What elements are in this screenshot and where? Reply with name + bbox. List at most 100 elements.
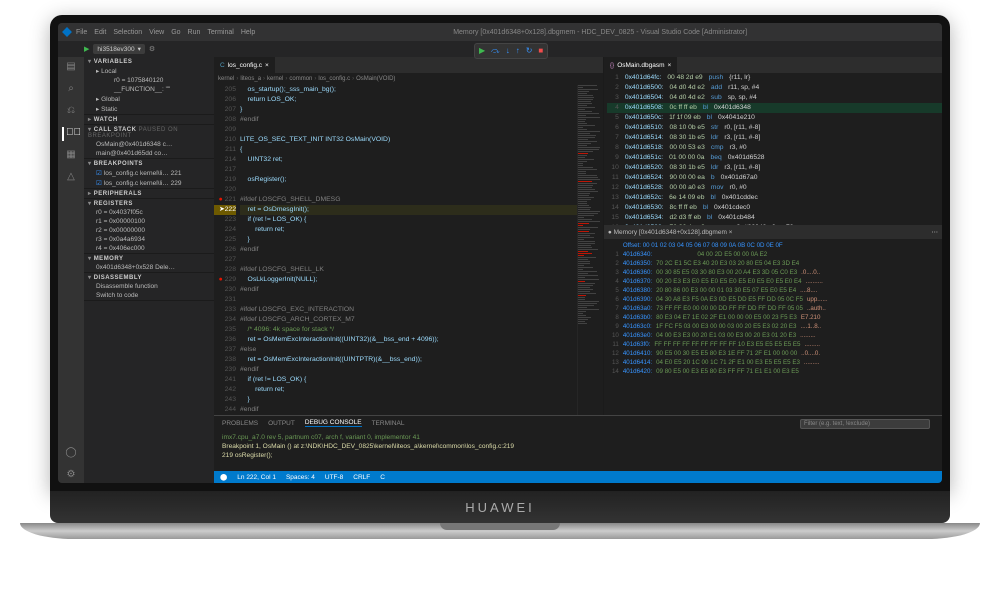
- search-icon[interactable]: ⌕: [64, 83, 78, 97]
- step-out-button[interactable]: ↑: [516, 46, 520, 56]
- status-item[interactable]: C: [380, 474, 385, 481]
- section-call-stack[interactable]: CALL STACK PAUSED ON BREAKPOINT: [84, 125, 214, 140]
- sidebar-item[interactable]: ☑los_config.c kernel\li… 229: [84, 178, 214, 188]
- breadcrumb[interactable]: kernel›liteos_a›kernel›common›los_config…: [214, 73, 603, 85]
- menubar[interactable]: File Edit Selection View Go Run Terminal Help: [76, 29, 262, 36]
- memory-row[interactable]: 4401d6370:00 20 E3 E3 E0 E5 E0 E5 E0 E5 …: [607, 277, 939, 286]
- crumb[interactable]: liteos_a: [240, 76, 261, 82]
- disasm-row[interactable]: 40x401d6508:0c ff ff ebbl0x401d6348: [607, 103, 942, 113]
- disassembly-view[interactable]: 10x401d64fc:00 48 2d e9push{r11, lr}20x4…: [604, 73, 942, 225]
- status-item[interactable]: ⬤: [220, 473, 227, 481]
- section-watch[interactable]: WATCH: [84, 115, 214, 124]
- memory-row[interactable]: 12401d6410:90 E5 00 30 E5 E5 80 E3 1E FF…: [607, 349, 939, 358]
- disasm-row[interactable]: 100x401d6520:08 30 1b e5ldrr3, [r11, #-8…: [607, 163, 942, 173]
- memory-row[interactable]: 7401d63a0:73 FF FF E0 00 00 00 DD FF FF …: [607, 304, 939, 313]
- sidebar-item[interactable]: 0x401d6348+0x528 Dele…: [84, 263, 214, 272]
- memory-row[interactable]: 13401d6414:04 E0 E5 20 1C 00 1C 71 2F E1…: [607, 358, 939, 367]
- memory-row[interactable]: 2401d6350:70 2C E1 5C E3 40 20 E3 03 20 …: [607, 259, 939, 268]
- sidebar-item[interactable]: ▸ Local: [84, 66, 214, 76]
- section-breakpoints[interactable]: BREAKPOINTS: [84, 159, 214, 168]
- section-memory[interactable]: MEMORY: [84, 254, 214, 263]
- sidebar-item[interactable]: r3 = 0x0a4a6934: [84, 235, 214, 244]
- tab-los-config[interactable]: C los_config.c ×: [214, 57, 275, 73]
- status-item[interactable]: UTF-8: [325, 474, 343, 481]
- crumb[interactable]: common: [289, 76, 312, 82]
- test-icon[interactable]: △: [64, 171, 78, 185]
- continue-button[interactable]: ▶: [479, 46, 485, 56]
- code-editor[interactable]: 205206207208209210211214217219220● 221➤2…: [214, 85, 603, 415]
- sidebar-item[interactable]: main@0x401d65dd co…: [84, 149, 214, 158]
- sidebar-item[interactable]: ▸ Static: [84, 104, 214, 114]
- status-item[interactable]: Spaces: 4: [286, 474, 315, 481]
- panel-tab-problems[interactable]: PROBLEMS: [222, 420, 258, 427]
- account-icon[interactable]: ◯: [64, 447, 78, 461]
- menu-edit[interactable]: Edit: [94, 29, 106, 36]
- memory-row[interactable]: 14401d6420:09 80 E5 00 E3 E5 80 E3 FF FF…: [607, 367, 939, 376]
- run-config-select[interactable]: hi3518ev300 ▾: [93, 44, 145, 54]
- files-icon[interactable]: ▤: [64, 61, 78, 75]
- more-icon[interactable]: ⋯: [932, 228, 939, 236]
- sidebar-item[interactable]: r2 = 0x00000000: [84, 226, 214, 235]
- memory-row[interactable]: 8401d63b0:80 E3 04 E7 1E 02 2F E1 00 00 …: [607, 313, 939, 322]
- sidebar-item[interactable]: Disassemble function: [84, 282, 214, 291]
- debug-console-output[interactable]: imx7.cpu_a7.0 rev 5, partnum c07, arch f…: [214, 430, 942, 471]
- menu-run[interactable]: Run: [188, 29, 201, 36]
- close-icon[interactable]: ×: [265, 62, 269, 69]
- disasm-row[interactable]: 140x401d6530:8c ff ff ebbl0x401cdec0: [607, 203, 942, 213]
- memory-row[interactable]: 1401d6340: 04 00 2D E5 00 00 0A E2: [607, 250, 939, 259]
- disasm-row[interactable]: 80x401d6518:00 00 53 e3cmpr3, #0: [607, 143, 942, 153]
- stop-button[interactable]: ■: [538, 46, 543, 56]
- disasm-row[interactable]: 10x401d64fc:00 48 2d e9push{r11, lr}: [607, 73, 942, 83]
- tab-disassembly[interactable]: {} OsMain.dbgasm ×: [604, 57, 677, 73]
- memory-tab-label[interactable]: Memory [0x401d6348+0x128].dbgmem: [614, 229, 727, 236]
- panel-filter-input[interactable]: Filter (e.g. text, !exclude): [800, 419, 930, 429]
- start-debug-icon[interactable]: ▶: [84, 45, 89, 53]
- source-control-icon[interactable]: ⎌: [64, 105, 78, 119]
- memory-row[interactable]: 5401d6380:20 80 86 00 E3 00 00 01 03 30 …: [607, 286, 939, 295]
- memory-row[interactable]: 10401d63e0:04 00 E3 E3 00 20 E1 03 00 E3…: [607, 331, 939, 340]
- crumb[interactable]: OsMain(VOID): [356, 76, 395, 82]
- sidebar-item[interactable]: __FUNCTION__: "": [84, 85, 214, 94]
- panel-tab-debug-console[interactable]: DEBUG CONSOLE: [305, 419, 362, 427]
- crumb[interactable]: los_config.c: [318, 76, 350, 82]
- disasm-row[interactable]: 50x401d650c:1f 1f 09 ebbl0x4041e210: [607, 113, 942, 123]
- memory-row[interactable]: 11401d63f0:FF FF FF FF FF FF FF FF FF 10…: [607, 340, 939, 349]
- menu-file[interactable]: File: [76, 29, 87, 36]
- sidebar-item[interactable]: r0 = 0x4037f05c: [84, 208, 214, 217]
- panel-tab-output[interactable]: OUTPUT: [268, 420, 295, 427]
- sidebar-item[interactable]: ▸ Global: [84, 94, 214, 104]
- status-item[interactable]: Ln 222, Col 1: [237, 474, 276, 481]
- panel-tab-terminal[interactable]: TERMINAL: [372, 420, 405, 427]
- settings-gear-icon[interactable]: ⚙: [64, 469, 78, 483]
- memory-hex-view[interactable]: Offset: 00 01 02 03 04 05 06 07 08 09 0A…: [604, 239, 942, 415]
- menu-view[interactable]: View: [149, 29, 164, 36]
- memory-row[interactable]: 9401d63c0:1F FC F5 03 00 E3 00 00 03 00 …: [607, 322, 939, 331]
- extensions-icon[interactable]: ▦: [64, 149, 78, 163]
- menu-terminal[interactable]: Terminal: [207, 29, 233, 36]
- minimap[interactable]: [577, 85, 603, 415]
- section-variables[interactable]: VARIABLES: [84, 57, 214, 66]
- section-registers[interactable]: REGISTERS: [84, 199, 214, 208]
- step-over-button[interactable]: ⤼: [491, 46, 500, 56]
- disasm-row[interactable]: 70x401d6514:08 30 1b e5ldrr3, [r11, #-8]: [607, 133, 942, 143]
- menu-help[interactable]: Help: [241, 29, 255, 36]
- disasm-row[interactable]: 120x401d6528:00 00 a0 e3movr0, #0: [607, 183, 942, 193]
- disasm-row[interactable]: 150x401d6534:d2 d3 ff ebbl0x401cb484: [607, 213, 942, 223]
- disasm-row[interactable]: 90x401d651c:01 00 00 0abeq0x401d6528: [607, 153, 942, 163]
- sidebar-item[interactable]: ☑los_config.c kernel\li… 221: [84, 168, 214, 178]
- sidebar-item[interactable]: r0 = 1075840120: [84, 76, 214, 85]
- sidebar-item[interactable]: r4 = 0x406ec000: [84, 244, 214, 253]
- crumb[interactable]: kernel: [218, 76, 234, 82]
- disasm-row[interactable]: 130x401d652c:6e 14 09 ebbl0x401cddec: [607, 193, 942, 203]
- disasm-row[interactable]: 20x401d6500:04 d0 4d e2addr11, sp, #4: [607, 83, 942, 93]
- crumb[interactable]: kernel: [267, 76, 283, 82]
- statusbar[interactable]: ⬤Ln 222, Col 1Spaces: 4UTF-8CRLFC: [214, 471, 942, 483]
- step-into-button[interactable]: ↓: [506, 46, 510, 56]
- disasm-row[interactable]: 110x401d6524:90 00 00 eab0x401d67a0: [607, 173, 942, 183]
- disasm-row[interactable]: 30x401d6504:04 d0 4d e2subsp, sp, #4: [607, 93, 942, 103]
- menu-selection[interactable]: Selection: [113, 29, 142, 36]
- sidebar-item[interactable]: OsMain@0x401d6348 c…: [84, 140, 214, 149]
- menu-go[interactable]: Go: [171, 29, 180, 36]
- restart-button[interactable]: ↻: [526, 46, 533, 56]
- section-peripherals[interactable]: PERIPHERALS: [84, 189, 214, 198]
